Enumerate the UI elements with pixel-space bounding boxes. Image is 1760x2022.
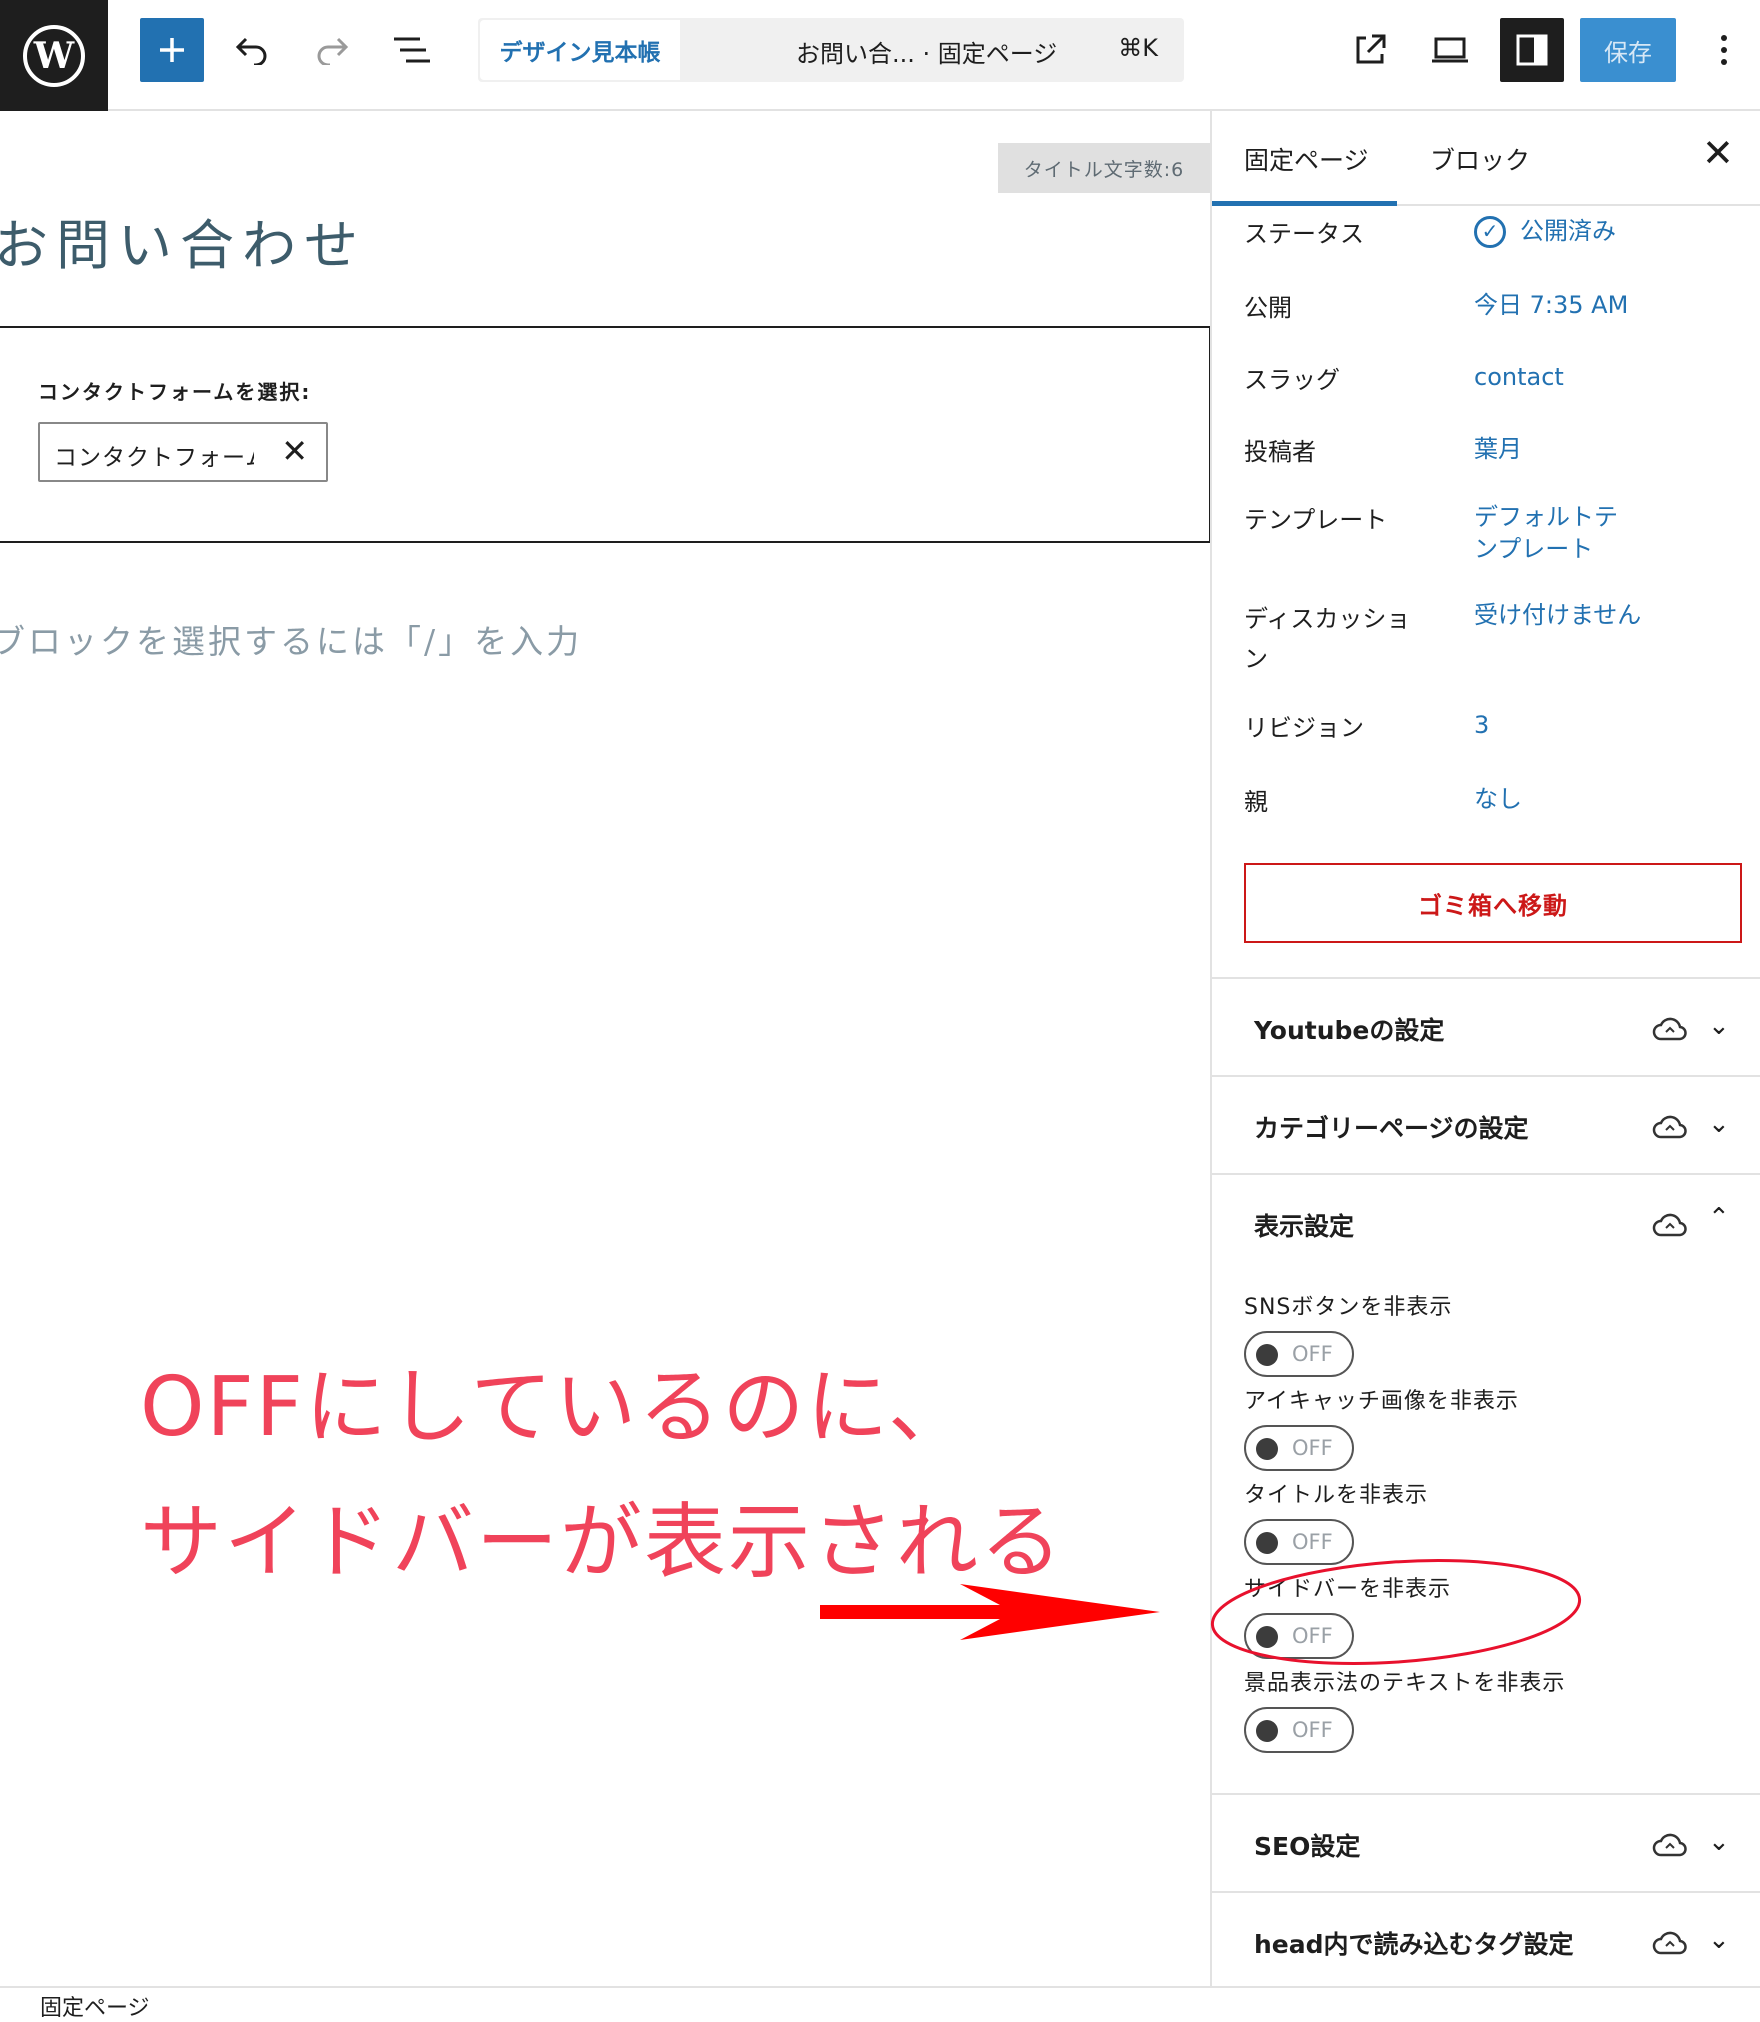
chevron-down-icon: ⌄ (1708, 1109, 1730, 1139)
discussion-label: ディスカッション (1244, 605, 1411, 673)
document-overview-icon[interactable] (384, 22, 440, 78)
panel-youtube[interactable]: Youtubeの設定 ⌄ (1212, 977, 1760, 1075)
toggle-state: OFF (1292, 1530, 1333, 1554)
toggle-sns[interactable]: OFF (1244, 1331, 1354, 1377)
panel-youtube-title: Youtubeの設定 (1254, 1016, 1445, 1045)
toggle-knob (1256, 1626, 1278, 1648)
panel-head-tags[interactable]: head内で読み込むタグ設定 ⌄ (1212, 1891, 1760, 1989)
toggle-knob (1256, 1438, 1278, 1460)
settings-sidebar-toggle-icon[interactable] (1500, 18, 1564, 82)
chevron-down-icon: ⌄ (1708, 1011, 1730, 1041)
cloud-icon (1652, 1931, 1687, 1955)
view-page-external-icon[interactable] (1342, 22, 1398, 78)
tab-page[interactable]: 固定ページ (1244, 141, 1369, 177)
annotation-line-2: サイドバーが表示される (140, 1495, 1065, 1590)
breadcrumb[interactable]: 固定ページ (40, 1990, 150, 2022)
toggle-premiums[interactable]: OFF (1244, 1707, 1354, 1753)
publish-value[interactable]: 今日 7:35 AM (1474, 289, 1744, 321)
cloud-icon (1652, 1833, 1687, 1857)
toggle-state: OFF (1292, 1624, 1333, 1648)
breadcrumb-footer: 固定ページ (0, 1986, 1760, 2021)
author-value[interactable]: 葉月 (1474, 433, 1744, 465)
check-circle-icon: ✓ (1474, 216, 1506, 248)
toggle-label-premiums: 景品表示法のテキストを非表示 (1244, 1671, 1566, 1696)
publish-label: 公開 (1244, 294, 1292, 322)
revisions-label: リビジョン (1244, 714, 1364, 742)
chevron-down-icon: ⌄ (1708, 1925, 1730, 1955)
revisions-value[interactable]: 3 (1474, 709, 1744, 741)
toggle-knob (1256, 1344, 1278, 1366)
sidebar-tabs: 固定ページ ブロック ✕ (1212, 111, 1760, 206)
page-title[interactable]: お問い合わせ (0, 201, 366, 280)
editor-canvas: タイトル文字数:6 お問い合わせ コンタクトフォームを選択: コンタクトフォーム… (0, 111, 1211, 1986)
wordpress-logo-icon[interactable]: W (0, 0, 108, 111)
template-label: テンプレート (1244, 506, 1388, 534)
active-tab-indicator (1212, 201, 1397, 206)
toggle-label-eyecatch: アイキャッチ画像を非表示 (1244, 1389, 1519, 1414)
title-char-count: タイトル文字数:6 (998, 143, 1210, 193)
annotation-line-1: OFFにしているのに、 (140, 1360, 972, 1455)
status-value[interactable]: ✓ 公開済み (1474, 215, 1744, 248)
panel-head-title: head内で読み込むタグ設定 (1254, 1930, 1574, 1959)
toggle-sidebar[interactable]: OFF (1244, 1613, 1354, 1659)
contact-form-value: コンタクトフォーム (54, 445, 254, 471)
cloud-icon (1652, 1017, 1687, 1041)
tab-block[interactable]: ブロック (1430, 141, 1530, 177)
document-title: お問い合... · 固定ページ (796, 40, 1058, 68)
save-button[interactable]: 保存 (1580, 18, 1676, 82)
command-bar[interactable]: デザイン見本帳 お問い合... · 固定ページ ⌘K (478, 18, 1184, 82)
top-toolbar: W デザイン見本帳 お問い合... · 固定ページ ⌘K 保存 (0, 0, 1760, 111)
parent-label: 親 (1244, 788, 1268, 816)
toggle-eyecatch[interactable]: OFF (1244, 1425, 1354, 1471)
contact-form-block[interactable]: コンタクトフォームを選択: コンタクトフォーム ✕ (0, 326, 1211, 543)
settings-sidebar: 固定ページ ブロック ✕ ステータス ✓ 公開済み 公開 今日 7:35 AM ス… (1210, 111, 1760, 1986)
slug-label: スラッグ (1244, 366, 1340, 394)
block-placeholder[interactable]: ブロックを選択するには「/」を入力 (0, 615, 582, 663)
redo-icon[interactable] (304, 22, 360, 78)
toggle-state: OFF (1292, 1342, 1333, 1366)
toggle-label-sidebar: サイドバーを非表示 (1244, 1577, 1452, 1602)
cloud-icon (1652, 1213, 1687, 1237)
panel-seo[interactable]: SEO設定 ⌄ (1212, 1793, 1760, 1891)
toggle-title[interactable]: OFF (1244, 1519, 1354, 1565)
close-icon[interactable]: ✕ (1702, 131, 1734, 175)
contact-form-label: コンタクトフォームを選択: (38, 380, 312, 404)
toggle-label-title: タイトルを非表示 (1244, 1483, 1429, 1508)
toggle-knob (1256, 1720, 1278, 1742)
shortcut-hint: ⌘K (1118, 34, 1158, 62)
more-options-icon[interactable] (1696, 22, 1752, 78)
slug-value[interactable]: contact (1474, 361, 1744, 393)
device-preview-icon[interactable] (1422, 22, 1478, 78)
cloud-icon (1652, 1115, 1687, 1139)
add-block-button[interactable] (140, 18, 204, 82)
toggle-state: OFF (1292, 1718, 1333, 1742)
parent-value[interactable]: なし (1474, 783, 1744, 815)
panel-category-title: カテゴリーページの設定 (1254, 1114, 1529, 1143)
undo-icon[interactable] (224, 22, 280, 78)
back-to-site-link[interactable]: デザイン見本帳 (480, 20, 680, 80)
panel-display-title[interactable]: 表示設定 (1254, 1207, 1354, 1243)
chevron-down-icon: ⌄ (1708, 1827, 1730, 1857)
discussion-value[interactable]: 受け付けません (1474, 599, 1744, 631)
svg-text:W: W (33, 35, 75, 77)
panel-category[interactable]: カテゴリーページの設定 ⌄ (1212, 1075, 1760, 1173)
status-label: ステータス (1244, 220, 1364, 248)
panel-display: 表示設定 ⌃ SNSボタンを非表示 OFF アイキャッチ画像を非表示 OFF タ… (1212, 1173, 1760, 1793)
toggle-knob (1256, 1532, 1278, 1554)
contact-form-select[interactable]: コンタクトフォーム ✕ (38, 422, 328, 482)
panel-seo-title: SEO設定 (1254, 1832, 1361, 1861)
template-value[interactable]: デフォルトテンプレート (1474, 501, 1634, 565)
move-to-trash-button[interactable]: ゴミ箱へ移動 (1244, 863, 1742, 943)
toggle-state: OFF (1292, 1436, 1333, 1460)
clear-icon[interactable]: ✕ (281, 432, 308, 470)
author-label: 投稿者 (1244, 438, 1316, 466)
toggle-label-sns: SNSボタンを非表示 (1244, 1295, 1453, 1320)
chevron-up-icon[interactable]: ⌃ (1708, 1203, 1730, 1233)
